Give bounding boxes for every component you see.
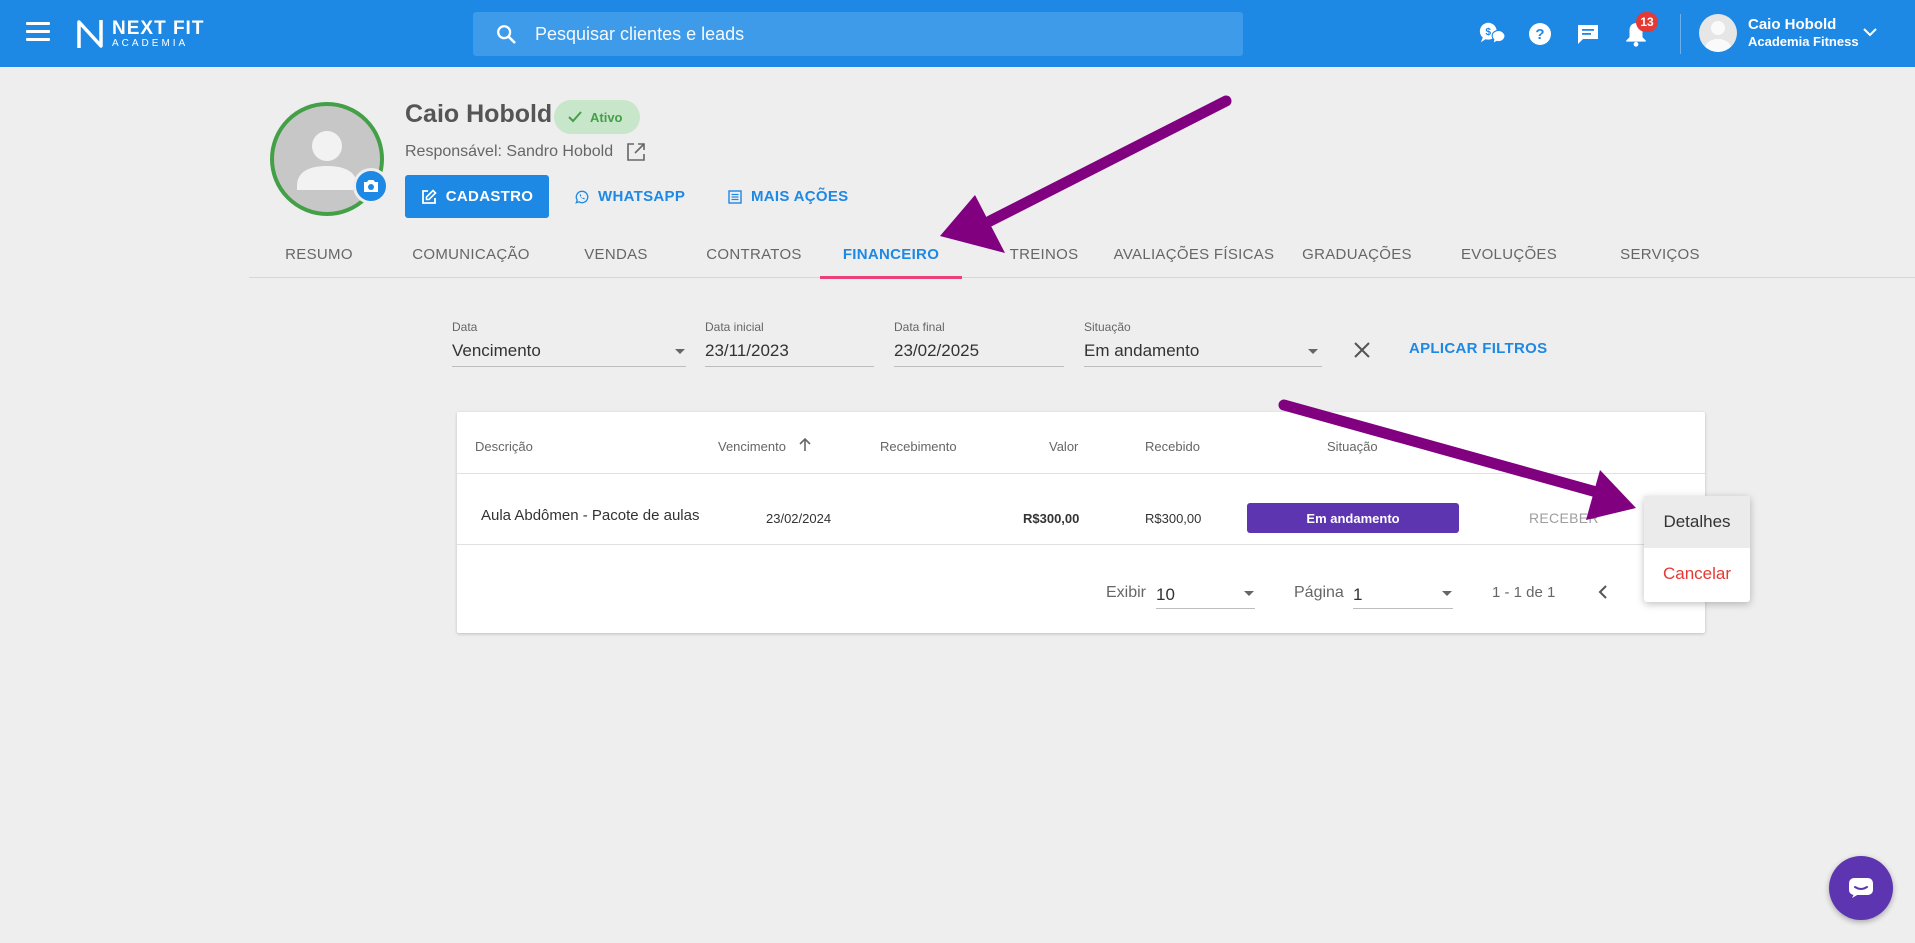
more-actions-button[interactable]: MAIS AÇÕES [728,175,848,218]
filter-situacao-label: Situação [1084,320,1131,334]
row-divider [457,544,1705,545]
user-avatar[interactable] [1699,14,1737,52]
filter-data-final-label: Data final [894,320,945,334]
column-header-valor[interactable]: Valor [1049,439,1078,454]
dropdown-arrow-icon [1244,591,1254,596]
column-header-recebido[interactable]: Recebido [1145,439,1200,454]
chat-money-icon[interactable]: $ [1478,20,1506,48]
column-header-descricao[interactable]: Descrição [475,439,533,454]
clear-filters-icon[interactable] [1352,340,1372,360]
top-app-bar: NEXT FIT ACADEMIA $ ? [0,0,1915,67]
open-external-icon[interactable] [625,141,647,163]
tab-treinos[interactable]: TREINOS [989,230,1099,278]
column-header-situacao[interactable]: Situação [1327,439,1378,454]
user-info[interactable]: Caio Hobold Academia Fitness [1748,16,1859,50]
brand-logo[interactable]: NEXT FIT ACADEMIA [76,18,204,50]
filter-data-label: Data [452,320,478,334]
status-label: Ativo [590,109,623,125]
client-name: Caio Hobold [405,100,553,128]
dropdown-arrow-icon [1442,591,1452,596]
whatsapp-button[interactable]: WHATSAPP [575,175,685,218]
cadastro-label: CADASTRO [445,188,534,205]
user-name: Caio Hobold [1748,16,1837,33]
filter-situacao-underline [1084,366,1322,367]
camera-icon [364,180,378,192]
page-value: 1 [1353,585,1363,604]
help-icon[interactable]: ? [1526,20,1554,48]
edit-icon [421,188,437,204]
chevron-left-icon[interactable] [1595,583,1611,601]
tab-avaliacoes-fisicas[interactable]: AVALIAÇÕES FÍSICAS [1109,230,1279,278]
dropdown-arrow-icon [1308,349,1318,354]
whatsapp-icon [575,190,589,204]
change-photo-button[interactable] [353,168,389,204]
list-icon [728,189,742,204]
status-badge: Ativo [554,100,640,134]
menu-icon[interactable] [26,22,50,42]
cadastro-button[interactable]: CADASTRO [405,175,549,218]
row-actions-menu: Detalhes Cancelar [1644,496,1750,602]
row-descricao: Aula Abdômen - Pacote de aulas [481,507,700,524]
check-icon [568,111,582,123]
search-input[interactable] [535,22,1215,46]
tab-comunicacao[interactable]: COMUNICAÇÃO [396,230,546,278]
profile-tabs: RESUMO COMUNICAÇÃO VENDAS CONTRATOS FINA… [249,230,1915,279]
page-range: 1 - 1 de 1 [1492,584,1556,601]
tab-graduacoes[interactable]: GRADUAÇÕES [1289,230,1425,278]
next-fit-logo-icon [77,20,103,48]
brand-name: NEXT FIT [112,18,205,39]
page-size-underline [1156,608,1255,609]
receber-button[interactable]: RECEBER [1529,510,1599,526]
topbar-divider [1680,14,1681,54]
column-header-vencimento[interactable]: Vencimento [718,439,786,454]
tab-evolucoes[interactable]: EVOLUÇÕES [1439,230,1579,278]
filter-data-inicial-underline [705,366,874,367]
filter-data-underline [452,366,686,367]
column-header-recebimento[interactable]: Recebimento [880,439,957,454]
filter-data-inicial-value: 23/11/2023 [705,341,789,360]
message-icon[interactable] [1574,20,1602,48]
menu-item-cancelar[interactable]: Cancelar [1644,548,1750,600]
filter-situacao-value: Em andamento [1084,341,1200,360]
responsible-label: Responsável: Sandro Hobold [405,143,614,160]
filter-data-final-underline [894,366,1064,367]
notifications-badge: 13 [1636,12,1658,32]
row-valor: R$300,00 [1023,511,1080,526]
header-divider [457,473,1705,474]
user-company: Academia Fitness [1748,34,1859,49]
filter-data-inicial-label: Data inicial [705,320,764,334]
page-label: Página [1294,584,1344,601]
person-icon [1705,21,1731,52]
row-recebido: R$300,00 [1145,511,1202,526]
svg-text:?: ? [1535,26,1544,43]
menu-item-detalhes[interactable]: Detalhes [1644,496,1750,548]
page-underline [1353,608,1453,609]
filter-data-final-value: 23/02/2025 [894,341,980,360]
filter-data-value: Vencimento [452,341,541,360]
apply-filters-button[interactable]: APLICAR FILTROS [1409,340,1547,357]
row-status-badge: Em andamento [1247,503,1459,533]
page-size-label: Exibir [1106,584,1147,601]
page-size-value: 10 [1156,585,1175,604]
row-vencimento: 23/02/2024 [766,511,832,526]
tab-servicos[interactable]: SERVIÇOS [1595,230,1725,278]
chat-bubble-icon [1849,878,1873,898]
more-actions-label: MAIS AÇÕES [751,188,849,205]
tab-resumo[interactable]: RESUMO [269,230,369,278]
whatsapp-label: WHATSAPP [598,188,686,205]
search-icon [497,25,516,44]
brand-subtitle: ACADEMIA [112,38,189,49]
responsible-info: Responsável: Sandro Hobold [405,141,647,163]
chevron-down-icon[interactable] [1862,26,1878,38]
tab-financeiro[interactable]: FINANCEIRO [820,230,962,279]
tab-vendas[interactable]: VENDAS [561,230,671,278]
svg-text:$: $ [1485,27,1491,38]
dropdown-arrow-icon [675,349,685,354]
search-bar[interactable] [473,12,1243,56]
chat-support-button[interactable] [1829,856,1893,920]
tab-contratos[interactable]: CONTRATOS [689,230,819,278]
sort-ascending-icon[interactable] [797,437,813,453]
